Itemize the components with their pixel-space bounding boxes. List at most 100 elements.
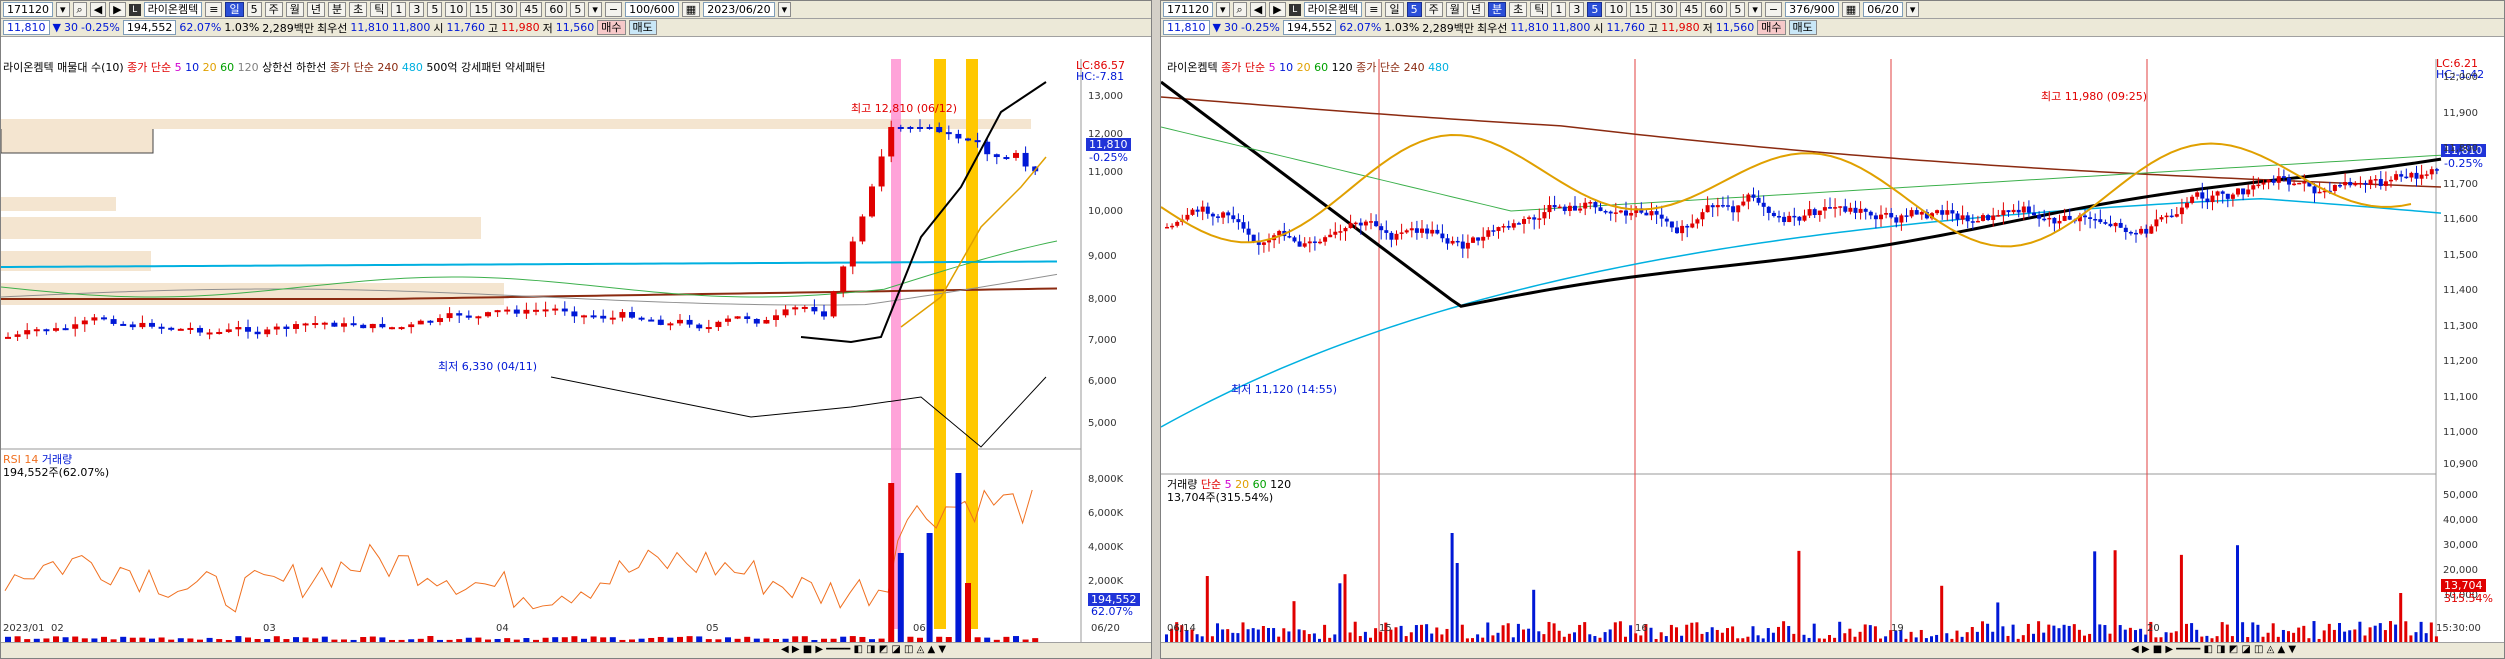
interval-45-button[interactable]: 45 [1680, 2, 1703, 17]
candle [1675, 227, 1679, 234]
y-axis-label: 11,900 [2443, 108, 2478, 119]
next-icon[interactable]: ▶ [109, 2, 126, 17]
interval-10-button[interactable]: 10 [445, 2, 468, 17]
period-week-button[interactable]: 주 [264, 2, 283, 17]
candle [2276, 176, 2281, 183]
date-dropdown-icon[interactable]: ▾ [777, 2, 792, 17]
candle [139, 322, 146, 328]
buy-button[interactable]: 매수 [1757, 20, 1786, 35]
chart-scrollbar[interactable]: ◀ ▶ ■ ▶ ━━━━ ◧ ◨ ◩ ◪ ◫ ◬ ▲ ▼ [1, 642, 1151, 658]
candle [1756, 197, 1761, 203]
code-dropdown-icon[interactable]: ▾ [1216, 2, 1230, 17]
interval-dropdown-icon[interactable]: ▾ [1748, 2, 1762, 17]
candle [1445, 238, 1450, 244]
period-count-button[interactable]: 5 [1406, 2, 1422, 17]
period-second-button[interactable]: 초 [349, 2, 368, 17]
interval-3-button[interactable]: 3 [1569, 2, 1585, 17]
candle [1338, 231, 1343, 233]
y-axis-label: 10,000 [1088, 206, 1123, 217]
sell-button[interactable]: 매도 [628, 20, 657, 35]
volume-bar [2047, 624, 2051, 643]
interval-5-button[interactable]: 5 [1587, 2, 1603, 17]
zoom-out-icon[interactable]: − [1764, 2, 1783, 17]
candle [2292, 183, 2297, 186]
interval-dropdown-icon[interactable]: ▾ [588, 2, 602, 17]
calendar-icon[interactable]: ▦ [681, 2, 701, 17]
bar-count-field[interactable]: 376/900 [1785, 2, 1839, 17]
volume-bar [1246, 629, 1250, 643]
interval-15-button[interactable]: 15 [1630, 2, 1653, 17]
interval-1-button[interactable]: 1 [391, 2, 407, 17]
candle [1578, 208, 1583, 211]
candle [2108, 223, 2113, 227]
interval-60-button[interactable]: 60 [1705, 2, 1728, 17]
period-minute-button[interactable]: 분 [1487, 2, 1507, 17]
candle [2062, 215, 2067, 221]
interval-30-button[interactable]: 30 [1655, 2, 1678, 17]
interval-45-button[interactable]: 45 [520, 2, 543, 17]
period-tick-button[interactable]: 틱 [1530, 2, 1549, 17]
chart-scrollbar[interactable]: ◀ ▶ ■ ▶ ━━━━ ◧ ◨ ◩ ◪ ◫ ◬ ▲ ▼ [1161, 642, 2504, 658]
candle [2297, 182, 2302, 185]
candle [1399, 232, 1404, 234]
interval-custom-button[interactable]: 5 [570, 2, 586, 17]
candle [379, 323, 386, 328]
volume-bar [1685, 624, 1689, 643]
interval-60-button[interactable]: 60 [545, 2, 568, 17]
period-year-button[interactable]: 년 [1466, 2, 1485, 17]
code-dropdown-icon[interactable]: ▾ [56, 2, 70, 17]
volume-bar [1394, 627, 1398, 643]
next-icon[interactable]: ▶ [1269, 2, 1286, 17]
date-dropdown-icon[interactable]: ▾ [1905, 2, 1920, 17]
volume-bar [2404, 621, 2408, 643]
candle [2353, 183, 2358, 186]
interval-3-button[interactable]: 3 [409, 2, 425, 17]
interval-15-button[interactable]: 15 [470, 2, 493, 17]
date-field[interactable]: 2023/06/20 [703, 2, 775, 17]
stock-code-input[interactable]: 171120 [3, 2, 53, 17]
buy-button[interactable]: 매수 [597, 20, 626, 35]
sell-button[interactable]: 매도 [1788, 20, 1817, 35]
menu-icon[interactable]: ≡ [205, 2, 223, 17]
volume-bar [1445, 628, 1449, 643]
candle [1210, 213, 1215, 217]
stock-code-input[interactable]: 171120 [1163, 2, 1213, 17]
calendar-icon[interactable]: ▦ [1841, 2, 1861, 17]
period-tick-button[interactable]: 틱 [370, 2, 389, 17]
candle [2302, 182, 2307, 184]
interval-10-button[interactable]: 10 [1605, 2, 1628, 17]
volume-bar [1547, 621, 1551, 643]
candle [2241, 188, 2246, 195]
candle [2419, 174, 2424, 179]
zoom-out-icon[interactable]: − [604, 2, 623, 17]
period-month-button[interactable]: 월 [285, 2, 304, 17]
search-icon[interactable]: ⌕ [72, 2, 87, 17]
interval-5-button[interactable]: 5 [427, 2, 443, 17]
period-count-button[interactable]: 5 [246, 2, 262, 17]
bar-count-field[interactable]: 100/600 [625, 2, 679, 17]
period-day-button[interactable]: 일 [225, 2, 244, 17]
change-pct: -0.25% [1240, 21, 1280, 34]
menu-icon[interactable]: ≡ [1365, 2, 1383, 17]
period-month-button[interactable]: 월 [1445, 2, 1464, 17]
prev-icon[interactable]: ◀ [1249, 2, 1267, 17]
period-week-button[interactable]: 주 [1424, 2, 1443, 17]
prev-icon[interactable]: ◀ [89, 2, 107, 17]
interval-custom-button[interactable]: 5 [1730, 2, 1746, 17]
period-year-button[interactable]: 년 [306, 2, 325, 17]
interval-1-button[interactable]: 1 [1551, 2, 1567, 17]
search-icon[interactable]: ⌕ [1232, 2, 1247, 17]
period-minute-button[interactable]: 분 [327, 2, 347, 17]
candle [1333, 231, 1338, 235]
scroll-controls[interactable]: ◀ ▶ ■ ▶ ━━━━ ◧ ◨ ◩ ◪ ◫ ◬ ▲ ▼ [2131, 644, 2296, 655]
scroll-controls[interactable]: ◀ ▶ ■ ▶ ━━━━ ◧ ◨ ◩ ◪ ◫ ◬ ▲ ▼ [781, 644, 946, 655]
low-price: 11,560 [1715, 21, 1755, 34]
candle [849, 241, 856, 267]
period-second-button[interactable]: 초 [1509, 2, 1528, 17]
high-price: 11,980 [501, 21, 540, 34]
candle [1899, 215, 1904, 223]
period-day-button[interactable]: 일 [1385, 2, 1404, 17]
interval-30-button[interactable]: 30 [495, 2, 518, 17]
candle [2205, 198, 2210, 203]
date-field[interactable]: 06/20 [1863, 2, 1903, 17]
